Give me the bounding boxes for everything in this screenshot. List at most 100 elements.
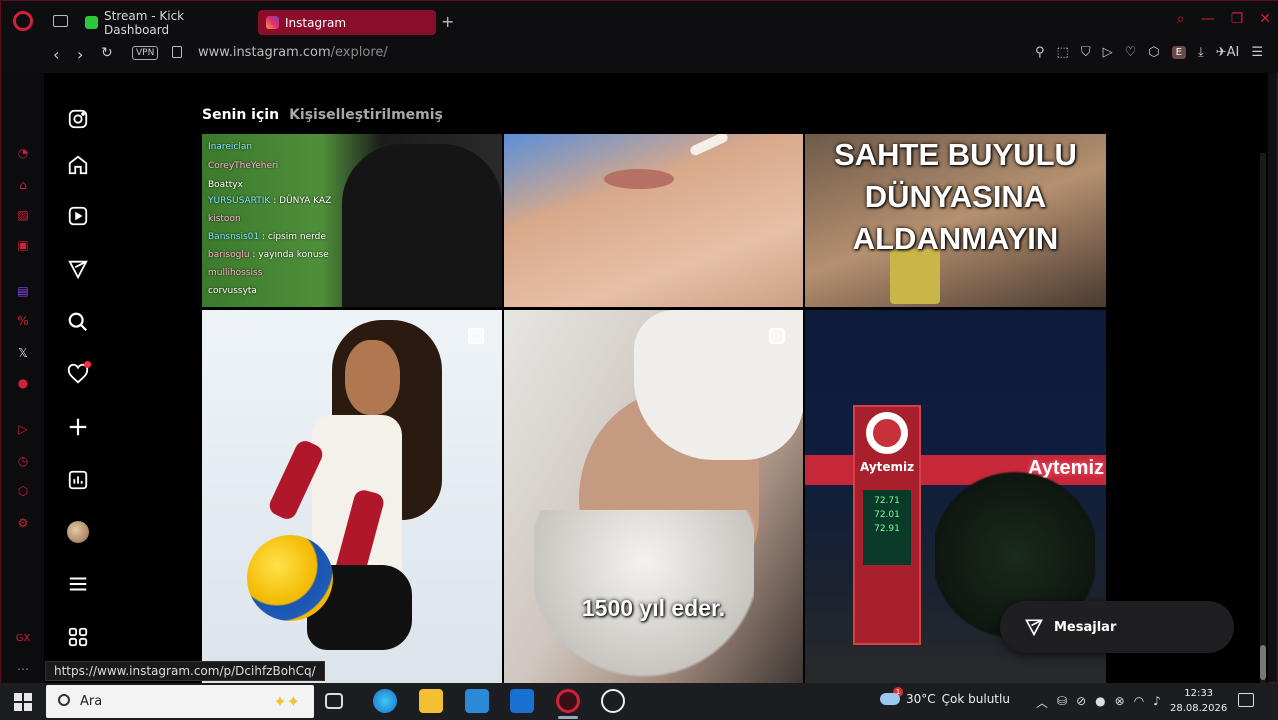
weather-desc: Çok bulutlu xyxy=(941,692,1010,706)
snapshot-icon[interactable]: ⬚ xyxy=(1057,45,1069,60)
edge-icon[interactable] xyxy=(373,689,397,713)
messenger-icon[interactable]: ▣ xyxy=(15,237,31,253)
link-status-url: https://www.instagram.com/p/DcihfzBohCq/ xyxy=(45,661,325,681)
carousel-icon xyxy=(468,328,484,344)
extensions-icon[interactable]: ⬡ xyxy=(1148,45,1159,60)
percent-icon[interactable]: % xyxy=(15,313,31,329)
aria-icon[interactable]: ◔ xyxy=(15,145,31,161)
camera-off-icon[interactable]: ⊗ xyxy=(1115,694,1125,711)
search-placeholder: Ara xyxy=(80,694,103,709)
twitch-icon[interactable]: ▤ xyxy=(15,283,31,299)
maximize-button[interactable]: ❐ xyxy=(1231,11,1244,27)
post-text-overlay[interactable]: SAHTE BUYULU DÜNYASINA ALDANMAYIN xyxy=(805,134,1106,307)
tab-kisisellestirilmemis[interactable]: Kişiselleştirilmemiş xyxy=(289,107,443,123)
vpn-badge[interactable]: VPN xyxy=(132,46,159,60)
sidebar-more-icon[interactable]: ⋯ xyxy=(15,661,31,677)
mic-icon[interactable]: ● xyxy=(1095,694,1105,711)
dashboard-icon[interactable] xyxy=(66,468,90,492)
scrollbar[interactable] xyxy=(1260,153,1266,684)
settings-icon[interactable]: ⚙ xyxy=(15,515,31,531)
menu-icon[interactable]: ☰ xyxy=(1251,45,1263,60)
weather-widget[interactable]: 30°C Çok bulutlu xyxy=(880,692,1010,706)
heart-icon[interactable]: ♡ xyxy=(1125,45,1137,60)
player-face xyxy=(345,340,400,415)
forward-button[interactable]: › xyxy=(77,45,83,64)
tab-instagram[interactable]: Instagram xyxy=(258,10,436,35)
volume-icon[interactable]: ♪ xyxy=(1153,694,1161,711)
overlay-line: DÜNYASINA xyxy=(864,179,1047,214)
extension-e-icon[interactable]: E xyxy=(1171,46,1186,59)
shield-icon[interactable]: ⛉ xyxy=(1081,45,1091,60)
extensions-sidebar-icon[interactable]: ⬡ xyxy=(15,483,31,499)
create-icon[interactable] xyxy=(66,415,90,439)
search-tabs-icon[interactable]: ⌕ xyxy=(1177,11,1185,27)
tab-kick-dashboard[interactable]: Stream - Kick Dashboard xyxy=(77,9,253,37)
pin-icon[interactable]: ⚲ xyxy=(1035,45,1045,60)
notifications-icon[interactable] xyxy=(66,361,91,386)
workspaces-icon[interactable] xyxy=(53,15,68,27)
browser-window: Stream - Kick Dashboard Instagram + ⌕ — … xyxy=(0,0,1278,684)
minimize-button[interactable]: — xyxy=(1201,11,1215,27)
tray-app-icon[interactable]: ⛁ xyxy=(1057,694,1067,711)
wifi-icon[interactable]: ◠ xyxy=(1134,694,1144,711)
player-icon[interactable]: ▷ xyxy=(15,421,31,437)
chevron-up-icon[interactable]: ︿ xyxy=(1036,694,1048,711)
post-volleyball[interactable] xyxy=(202,310,502,684)
sparkle-icon: ✦✦ xyxy=(273,692,300,711)
window-controls: ⌕ — ❐ ✕ xyxy=(1177,11,1271,27)
chat-line: mullihossiss xyxy=(208,268,263,278)
scrollbar-thumb[interactable] xyxy=(1260,645,1266,680)
chat-line: YURSUSARTIK : DÜNYA KAZ xyxy=(208,196,332,206)
opera-logo-icon[interactable] xyxy=(13,11,33,31)
explore-icon[interactable] xyxy=(66,257,90,281)
tab-bar: Stream - Kick Dashboard Instagram + ⌕ — … xyxy=(1,1,1278,41)
play-icon[interactable]: ▷ xyxy=(1103,45,1113,60)
notification-center-icon[interactable] xyxy=(1238,693,1254,707)
download-icon[interactable]: ⤓ xyxy=(1198,45,1204,60)
url-field[interactable]: www.instagram.com/explore/ xyxy=(198,45,388,60)
x-twitter-icon[interactable]: 𝕏 xyxy=(15,345,31,361)
task-view-icon[interactable] xyxy=(325,693,343,709)
discord-icon[interactable]: ● xyxy=(15,375,31,391)
overlay-line: ALDANMAYIN xyxy=(852,221,1059,256)
aria-ai-button[interactable]: ✈AI xyxy=(1216,45,1240,60)
tab-senin-icin[interactable]: Senin için xyxy=(202,107,279,123)
start-button[interactable] xyxy=(14,693,32,711)
more-menu-icon[interactable] xyxy=(66,572,90,596)
mail-icon[interactable] xyxy=(510,689,534,713)
file-explorer-icon[interactable] xyxy=(419,689,443,713)
clock[interactable]: 12:33 28.08.2026 xyxy=(1170,686,1227,716)
threads-icon[interactable] xyxy=(66,625,90,649)
history-icon[interactable]: ◷ xyxy=(15,453,31,469)
new-tab-button[interactable]: + xyxy=(441,12,454,31)
price: 72.01 xyxy=(874,510,900,520)
cloud-icon xyxy=(880,693,900,705)
chatgpt-icon[interactable]: ⌂ xyxy=(15,177,31,193)
reload-button[interactable]: ↻ xyxy=(101,45,113,61)
price: 72.91 xyxy=(874,524,900,534)
network-off-icon[interactable]: ⊘ xyxy=(1076,694,1086,711)
obs-icon[interactable] xyxy=(601,689,625,713)
instagram-logo-icon[interactable] xyxy=(66,107,90,131)
explore-grid: Inareiclan CoreyTheYeheri Boattyx YURSUS… xyxy=(202,134,1106,684)
kick-icon xyxy=(85,16,98,29)
taskbar-search[interactable]: Ara ✦✦ xyxy=(46,685,314,718)
post-reel-elder[interactable]: 1500 yıl eder. xyxy=(504,310,803,684)
profile-avatar[interactable] xyxy=(66,520,90,544)
chat-line: Inareiclan xyxy=(208,142,253,152)
messages-button[interactable]: Mesajlar xyxy=(1000,601,1234,653)
explore-tabs: Senin için Kişiselleştirilmemiş xyxy=(202,107,443,123)
search-icon[interactable] xyxy=(66,310,90,334)
reels-icon[interactable] xyxy=(66,204,90,228)
opera-gx-icon[interactable] xyxy=(556,689,580,713)
post-face-photo[interactable] xyxy=(504,134,803,307)
home-icon[interactable] xyxy=(66,153,90,177)
close-window-button[interactable]: ✕ xyxy=(1259,11,1271,27)
gx-icon[interactable]: GX xyxy=(15,631,31,647)
back-button[interactable]: ‹ xyxy=(53,45,59,64)
chat-line: CoreyTheYeheri xyxy=(208,161,279,171)
post-stream-chat[interactable]: Inareiclan CoreyTheYeheri Boattyx YURSUS… xyxy=(202,134,502,307)
lock-icon[interactable] xyxy=(172,46,182,58)
pinboard-icon[interactable]: ▨ xyxy=(15,207,31,223)
store-icon[interactable] xyxy=(465,689,489,713)
